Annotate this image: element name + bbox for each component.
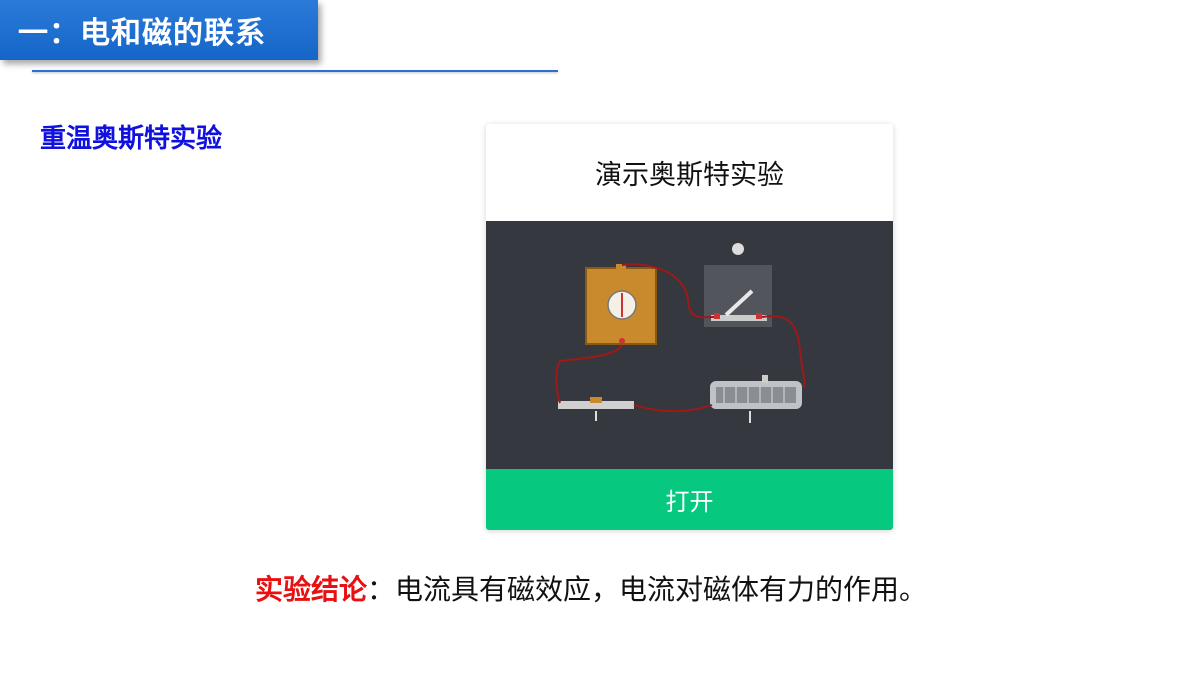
open-button[interactable]: 打开 (486, 469, 893, 530)
solenoid-icon (710, 375, 802, 423)
conclusion-label: 实验结论 (255, 573, 368, 606)
conclusion-separator: ： (367, 573, 396, 606)
experiment-conclusion: 实验结论：电流具有磁效应，电流对磁体有力的作用。 (255, 568, 927, 608)
title-underline-divider (32, 70, 558, 72)
demo-card: 演示奥斯特实验 打开 (486, 124, 893, 530)
subtitle: 重温奥斯特实验 (40, 124, 223, 154)
experiment-illustration (486, 221, 893, 469)
indicator-dot-icon (732, 243, 744, 255)
compass-board-icon (585, 264, 657, 345)
section-title-banner: 一：电和磁的联系 (0, 0, 318, 60)
demo-card-title: 演示奥斯特实验 (595, 160, 784, 191)
rheostat-icon (558, 397, 634, 421)
knife-switch-icon (704, 265, 772, 327)
circuit-diagram-image (555, 243, 806, 423)
conclusion-text: 电流具有磁效应，电流对磁体有力的作用。 (395, 573, 928, 606)
section-title: 一：电和磁的联系 (18, 16, 266, 51)
